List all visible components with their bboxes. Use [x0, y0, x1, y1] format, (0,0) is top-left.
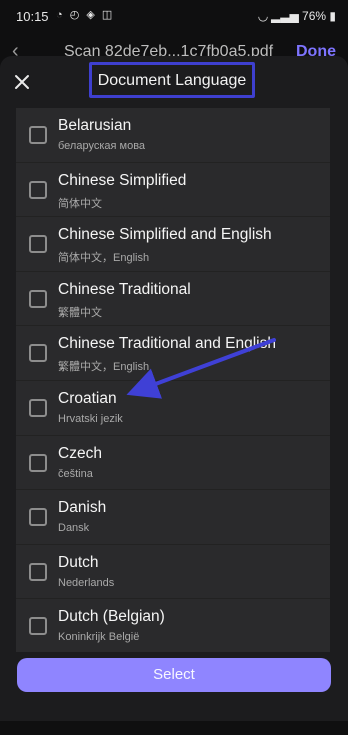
language-native-name: 简体中文: [58, 197, 102, 210]
list-item[interactable]: Danish Dansk: [16, 490, 330, 545]
signal-icon: ▂▃▅: [270, 9, 299, 23]
status-time: 10:15: [16, 9, 49, 24]
checkbox[interactable]: [29, 508, 47, 527]
list-item[interactable]: Chinese Traditional 繁體中文: [16, 271, 330, 327]
list-item[interactable]: Dutch Nederlands: [16, 544, 330, 600]
list-item[interactable]: Dutch (Belgian) Koninkrijk België: [16, 599, 330, 652]
checkbox[interactable]: [29, 398, 47, 417]
language-name: Dutch (Belgian): [58, 608, 165, 626]
language-sheet: Document Language Belarusian беларуская …: [0, 56, 348, 721]
language-name: Danish: [58, 499, 107, 517]
list-item[interactable]: Chinese Simplified and English 简体中文，Engl…: [16, 217, 330, 272]
checkbox[interactable]: [29, 617, 47, 636]
language-name: Chinese Traditional and English: [58, 335, 276, 353]
language-name: Chinese Simplified and English: [58, 226, 272, 244]
status-bar: 10:15 ◔ ◴ ◈ ◫ ◟◞ ▂▃▅ 76% ▮: [0, 0, 348, 34]
language-native-name: Koninkrijk België: [58, 631, 140, 644]
checkbox[interactable]: [29, 562, 47, 581]
checkbox[interactable]: [29, 289, 47, 308]
page-title: Document Language: [97, 72, 247, 89]
list-item[interactable]: Czech čeština: [16, 435, 330, 491]
checkbox[interactable]: [29, 453, 47, 472]
language-native-name: 繁體中文，English: [58, 361, 150, 374]
language-native-name: čeština: [58, 467, 93, 480]
language-name: Chinese Traditional: [58, 280, 191, 298]
language-native-name: 简体中文，English: [58, 252, 150, 265]
language-name: Czech: [58, 444, 102, 462]
list-item[interactable]: Croatian Hrvatski jezik: [16, 380, 330, 436]
wifi-icon: ◟◞: [258, 9, 268, 23]
language-native-name: беларуская мова: [58, 140, 146, 152]
battery-icon: ▮: [329, 9, 336, 23]
list-item[interactable]: Chinese Simplified 简体中文: [16, 162, 330, 218]
checkbox[interactable]: [29, 344, 47, 363]
language-native-name: Nederlands: [58, 576, 115, 589]
close-button[interactable]: [10, 70, 34, 94]
battery-percent: 76%: [302, 9, 327, 23]
language-name: Chinese Simplified: [58, 171, 187, 189]
checkbox[interactable]: [29, 235, 47, 254]
language-native-name: Dansk: [58, 522, 90, 535]
checkbox[interactable]: [29, 180, 47, 199]
page-title-highlight: Document Language: [89, 62, 255, 98]
language-name: Dutch: [58, 553, 99, 571]
battery-status: ◟◞ ▂▃▅ 76% ▮: [258, 9, 336, 23]
checkbox[interactable]: [29, 126, 47, 144]
list-item[interactable]: Belarusian беларуская мова: [16, 108, 330, 163]
list-item[interactable]: Chinese Traditional and English 繁體中文，Eng…: [16, 326, 330, 381]
navigation-bar: [0, 721, 348, 735]
close-icon: [15, 75, 29, 89]
language-name: Croatian: [58, 389, 117, 407]
language-list[interactable]: Belarusian беларуская мова Chinese Simpl…: [16, 108, 330, 652]
language-native-name: Hrvatski jezik: [58, 412, 123, 425]
notification-icons: ◔ ◴ ◈ ◫: [56, 9, 115, 21]
language-name: Belarusian: [58, 117, 132, 134]
select-button[interactable]: Select: [17, 658, 331, 692]
language-native-name: 繁體中文: [58, 306, 102, 319]
